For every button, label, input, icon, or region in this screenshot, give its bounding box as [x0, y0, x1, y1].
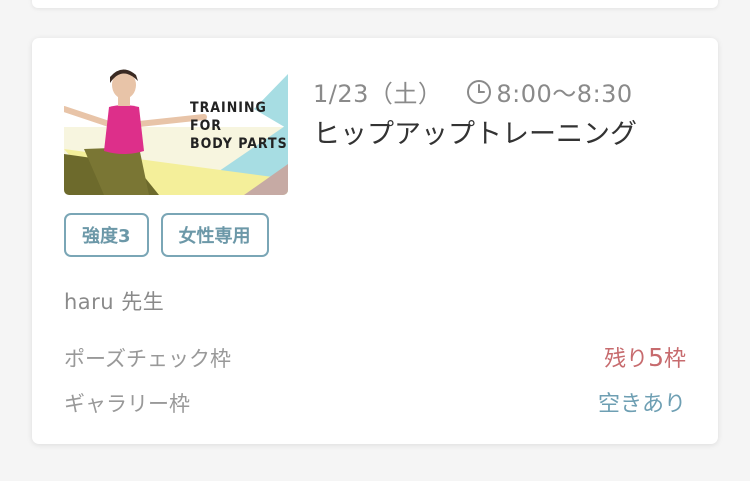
tag-women-only: 女性専用: [160, 213, 269, 257]
previous-card-edge: [32, 0, 718, 8]
lesson-datetime: 1/23（土） 8:00〜8:30: [313, 74, 633, 109]
lesson-card[interactable]: TRAINING FOR BODY PARTS 1/23（土） 8:00〜8:3…: [32, 38, 718, 444]
slot-label: ギャラリー枠: [64, 392, 190, 416]
clock-icon: [466, 79, 492, 105]
thumbnail-caption: TRAINING FOR BODY PARTS: [190, 100, 288, 152]
lesson-title: ヒップアップトレーニング: [313, 119, 637, 150]
slot-status-remaining: 残り5枠: [604, 343, 686, 372]
lesson-tags: 強度3 女性専用: [64, 213, 269, 257]
slot-row-pose-check: ポーズチェック枠 残り5枠: [64, 341, 686, 373]
lesson-thumbnail: TRAINING FOR BODY PARTS: [64, 69, 288, 195]
slot-status-available: 空きあり: [597, 392, 686, 417]
slot-label: ポーズチェック枠: [64, 347, 231, 371]
slot-row-gallery: ギャラリー枠 空きあり: [64, 386, 686, 418]
tag-intensity: 強度3: [64, 213, 149, 257]
lesson-date: 1/23（土）: [313, 80, 443, 108]
teacher-name: haru 先生: [64, 290, 165, 314]
lesson-time: 8:00〜8:30: [496, 80, 633, 108]
